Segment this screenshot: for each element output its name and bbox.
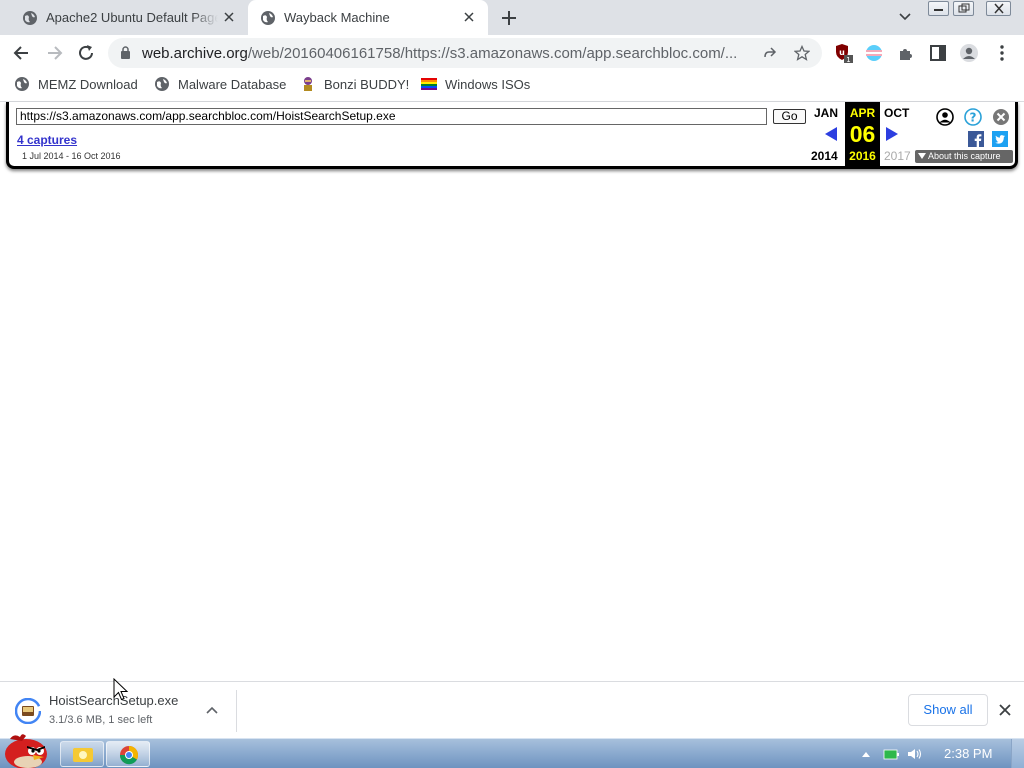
tab-wayback-machine[interactable]: Wayback Machine (248, 0, 488, 35)
close-tab-icon[interactable] (222, 10, 236, 24)
chevron-down-icon[interactable] (898, 10, 912, 24)
lock-icon[interactable] (120, 46, 131, 59)
windows-taskbar: 2:38 PM (0, 734, 1024, 768)
taskbar-chrome-button[interactable] (106, 741, 150, 767)
profile-avatar-icon[interactable] (959, 43, 979, 63)
tab-apache-default-page[interactable]: Apache2 Ubuntu Default Page: It works (8, 0, 248, 35)
url-path: /web/20160406161758/https://s3.amazonaws… (247, 45, 738, 62)
globe-icon (15, 77, 29, 91)
globe-icon (261, 10, 275, 25)
bookmark-windows-isos[interactable]: Windows ISOs (421, 76, 530, 92)
show-hidden-icons-icon[interactable] (858, 747, 874, 761)
bookmark-label: Malware Database (178, 76, 287, 92)
globe-icon (155, 77, 169, 91)
taskbar-clock[interactable]: 2:38 PM (944, 746, 992, 761)
tab-title: Wayback Machine (284, 10, 390, 25)
star-bookmark-icon[interactable] (794, 45, 810, 61)
volume-speaker-icon[interactable] (906, 747, 922, 761)
rainbow-flag-icon (421, 78, 437, 90)
chevron-up-icon[interactable] (205, 703, 219, 717)
wayback-toolbar: https://s3.amazonaws.com/app.searchbloc.… (6, 102, 1018, 169)
menu-kebab-icon[interactable] (992, 43, 1012, 63)
next-year-label: 2017 (884, 149, 911, 163)
close-tab-icon[interactable] (462, 10, 476, 24)
user-account-icon[interactable] (936, 108, 954, 126)
download-status: 3.1/3.6 MB, 1 sec left (49, 714, 153, 726)
tab-title: Apache2 Ubuntu Default Page: It works (46, 10, 218, 25)
current-year: 2016 (849, 149, 876, 163)
globe-icon (23, 10, 37, 25)
next-capture-arrow-icon[interactable] (885, 126, 899, 142)
download-shelf: HoistSearchSetup.exe 3.1/3.6 MB, 1 sec l… (0, 681, 1024, 738)
current-day: 06 (849, 121, 876, 147)
url-text[interactable]: web.archive.org/web/20160406161758/https… (142, 45, 748, 62)
folder-icon (73, 748, 93, 762)
bookmark-bonzi-buddy[interactable]: Bonzi BUDDY! (300, 76, 409, 92)
side-panel-icon[interactable] (928, 43, 948, 63)
twitter-icon[interactable] (992, 131, 1008, 147)
minimize-icon (934, 8, 943, 11)
prev-capture-arrow-icon[interactable] (824, 126, 838, 142)
bookmark-label: MEMZ Download (38, 76, 138, 92)
bookmarks-bar: MEMZ Download Malware Database Bonzi BUD… (0, 71, 1024, 102)
installer-file-icon[interactable] (15, 698, 41, 724)
show-desktop-button[interactable] (1011, 739, 1024, 768)
prev-month-link[interactable]: JAN (814, 106, 838, 120)
browser-toolbar: web.archive.org/web/20160406161758/https… (0, 35, 1024, 71)
restore-button[interactable] (953, 1, 974, 16)
restore-icon (958, 3, 969, 13)
captures-link[interactable]: 4 captures (17, 133, 77, 147)
address-bar[interactable]: web.archive.org/web/20160406161758/https… (108, 38, 822, 68)
svg-text:?: ? (970, 111, 977, 125)
back-arrow-icon[interactable] (12, 43, 32, 63)
prev-year-link[interactable]: 2014 (811, 149, 838, 163)
triangle-down-icon (918, 153, 926, 159)
close-toolbar-icon[interactable] (992, 108, 1010, 126)
current-month: APR (849, 106, 876, 120)
share-icon[interactable] (762, 45, 778, 61)
about-capture-label: About this capture (928, 151, 1001, 161)
about-this-capture-button[interactable]: About this capture (915, 150, 1013, 163)
facebook-icon[interactable] (968, 131, 984, 147)
current-capture-date: APR 06 2016 (845, 102, 880, 166)
start-button-angry-bird-icon[interactable] (0, 731, 50, 768)
ublock-shield-icon[interactable]: u 1 (834, 43, 854, 63)
chrome-icon (119, 746, 139, 765)
forward-arrow-icon[interactable] (44, 43, 64, 63)
puzzle-extensions-icon[interactable] (896, 43, 916, 63)
bookmark-label: Windows ISOs (445, 76, 531, 92)
bonzi-icon (304, 77, 312, 91)
mouse-pointer-icon (113, 678, 129, 701)
reload-icon[interactable] (76, 43, 96, 63)
url-host: web.archive.org (142, 45, 248, 62)
bookmark-label: Bonzi BUDDY! (324, 76, 410, 92)
close-window-button[interactable] (986, 1, 1011, 16)
taskbar-explorer-button[interactable] (60, 741, 104, 767)
show-all-downloads-button[interactable]: Show all (908, 694, 988, 726)
close-shelf-icon[interactable] (998, 703, 1012, 717)
wayback-go-button[interactable]: Go (773, 109, 806, 124)
trans-flag-extension-icon[interactable] (864, 43, 884, 63)
minimize-button[interactable] (928, 1, 949, 16)
help-question-icon[interactable]: ? (964, 108, 982, 126)
close-icon (993, 3, 1004, 14)
next-month-link[interactable]: OCT (884, 106, 909, 120)
svg-text:1: 1 (846, 56, 850, 63)
battery-status-icon[interactable] (883, 747, 899, 761)
divider (236, 690, 237, 732)
bookmark-memz-download[interactable]: MEMZ Download (14, 76, 138, 92)
tab-strip: Apache2 Ubuntu Default Page: It works Wa… (0, 0, 1024, 35)
new-tab-plus-icon[interactable] (500, 9, 518, 27)
bookmark-malware-database[interactable]: Malware Database (154, 76, 286, 92)
wayback-url-input[interactable]: https://s3.amazonaws.com/app.searchbloc.… (16, 108, 767, 125)
capture-date-range: 1 Jul 2014 - 16 Oct 2016 (22, 151, 121, 161)
